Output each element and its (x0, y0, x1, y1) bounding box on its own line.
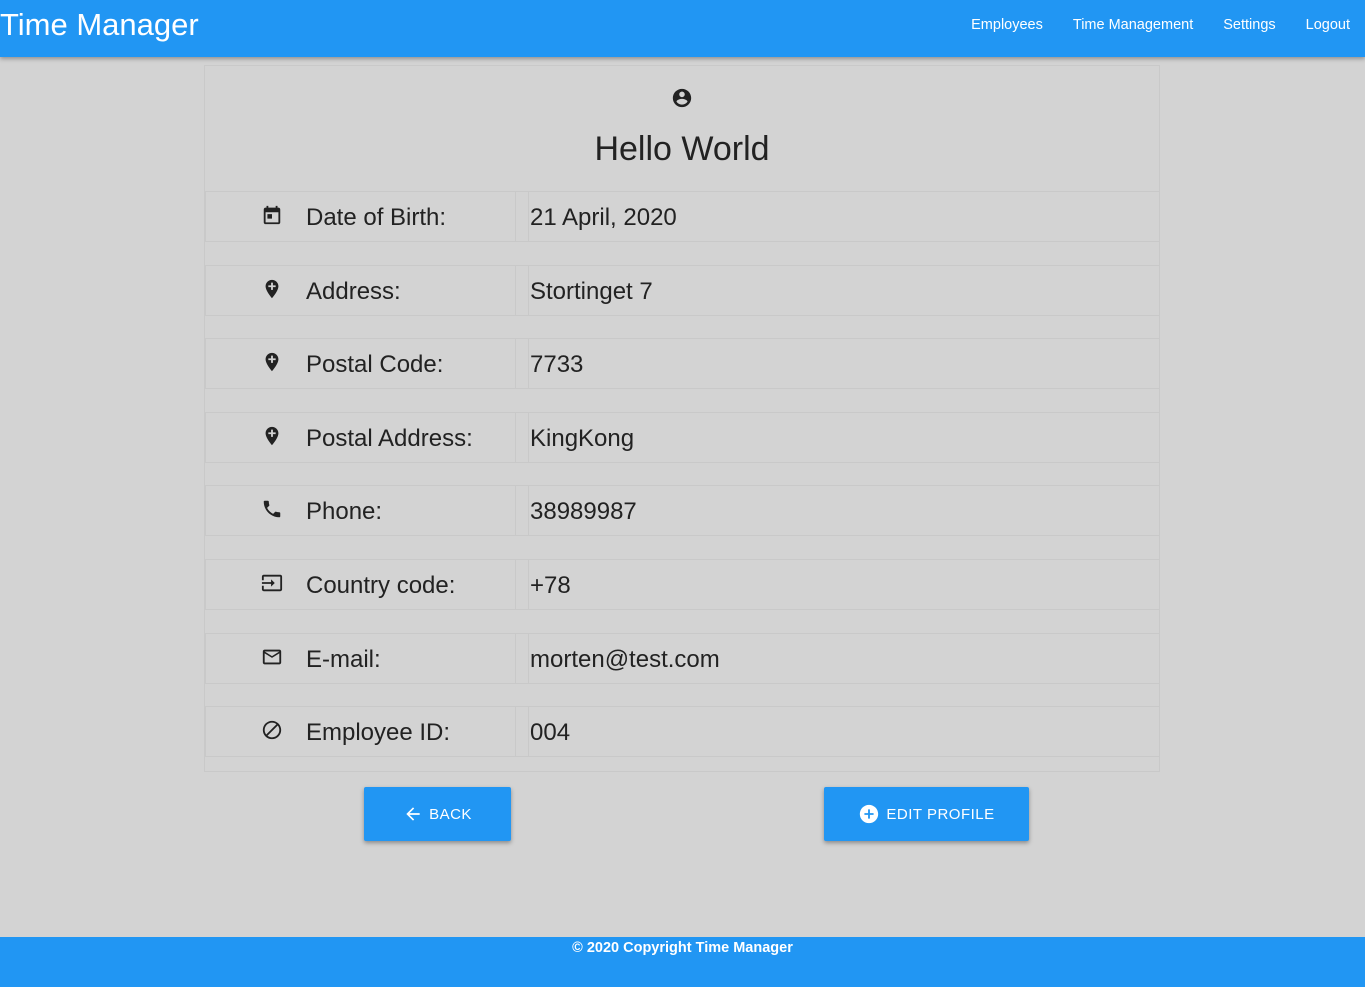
field-label-cell: E-mail: (205, 633, 516, 684)
profile-card: Hello World Date of Birth: 21 April, 202… (204, 65, 1160, 772)
field-value-cell: Stortinget 7 (528, 265, 1160, 316)
field-value: +78 (530, 572, 571, 599)
field-label-cell: Postal Address: (205, 412, 516, 463)
field-row-country-code: Country code: +78 (205, 559, 1160, 610)
field-row-postal-code: Postal Code: 7733 (205, 338, 1160, 389)
back-button-label: BACK (429, 805, 472, 823)
field-value-cell: morten@test.com (528, 633, 1160, 684)
field-value-cell: 004 (528, 706, 1160, 757)
field-value: Stortinget 7 (530, 278, 653, 305)
location-pin-icon (265, 352, 279, 372)
back-button[interactable]: BACK (364, 787, 511, 841)
field-value: 004 (530, 719, 571, 746)
field-label: Postal Address: (306, 425, 473, 452)
calendar-icon (263, 205, 281, 225)
field-label: E-mail: (306, 646, 381, 673)
location-pin-icon (265, 426, 279, 446)
field-value: 21 April, 2020 (530, 204, 677, 231)
field-value-cell: KingKong (528, 412, 1160, 463)
email-icon (262, 649, 282, 665)
input-icon (261, 574, 283, 592)
field-row-date-of-birth: Date of Birth: 21 April, 2020 (205, 191, 1160, 242)
field-row-phone: Phone: 38989987 (205, 485, 1160, 536)
field-label-cell: Employee ID: (205, 706, 516, 757)
field-row-address: Address: Stortinget 7 (205, 265, 1160, 316)
field-row-employee-id: Employee ID: 004 (205, 706, 1160, 757)
field-label: Phone: (306, 498, 383, 525)
nav-links: Employees Time Management Settings Logou… (971, 17, 1350, 33)
profile-name: Hello World (594, 130, 770, 168)
block-icon (262, 720, 282, 740)
field-label: Date of Birth: (306, 204, 447, 231)
field-label-cell: Phone: (205, 485, 516, 536)
footer: © 2020 Copyright Time Manager (0, 937, 1365, 987)
copyright-text: © 2020 Copyright Time Manager (572, 940, 793, 956)
nav-link-settings[interactable]: Settings (1223, 17, 1275, 33)
nav-link-employees[interactable]: Employees (971, 17, 1043, 33)
field-value: KingKong (530, 425, 635, 452)
field-row-email: E-mail: morten@test.com (205, 633, 1160, 684)
account-circle-icon (672, 88, 692, 108)
field-label: Address: (306, 278, 401, 305)
field-value-cell: 7733 (528, 338, 1160, 389)
location-pin-icon (265, 279, 279, 299)
field-value: 38989987 (530, 498, 637, 525)
field-value-cell: 38989987 (528, 485, 1160, 536)
field-label: Country code: (306, 572, 456, 599)
field-label-cell: Date of Birth: (205, 191, 516, 242)
arrow-left-icon (406, 807, 420, 821)
field-label-cell: Country code: (205, 559, 516, 610)
field-value-cell: +78 (528, 559, 1160, 610)
top-navbar: Time Manager Employees Time Management S… (0, 0, 1365, 57)
field-label-cell: Postal Code: (205, 338, 516, 389)
nav-link-logout[interactable]: Logout (1306, 17, 1350, 33)
nav-link-time-management[interactable]: Time Management (1073, 17, 1193, 33)
field-value: 7733 (530, 351, 584, 378)
field-label-cell: Address: (205, 265, 516, 316)
field-value-cell: 21 April, 2020 (528, 191, 1160, 242)
field-label: Postal Code: (306, 351, 444, 378)
field-row-postal-address: Postal Address: KingKong (205, 412, 1160, 463)
phone-icon (263, 500, 281, 518)
app-title[interactable]: Time Manager (0, 7, 199, 43)
edit-profile-button[interactable]: EDIT PROFILE (824, 787, 1029, 841)
field-value: morten@test.com (530, 646, 720, 673)
edit-profile-button-label: EDIT PROFILE (886, 805, 995, 823)
field-label: Employee ID: (306, 719, 451, 746)
add-circle-icon (860, 804, 879, 824)
